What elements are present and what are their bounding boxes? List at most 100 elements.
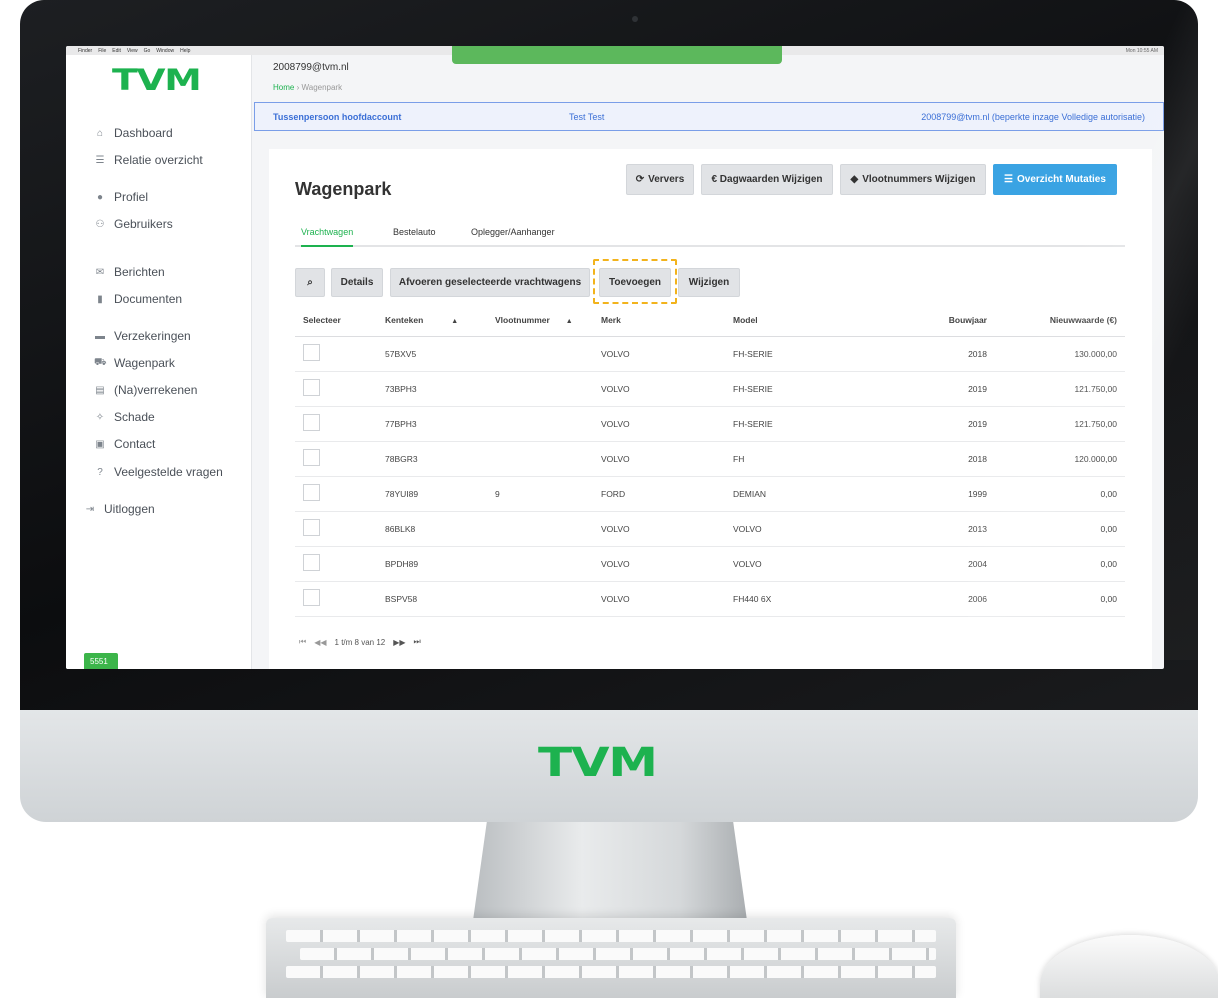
add-button[interactable]: Toevoegen <box>599 268 671 297</box>
keyboard-keys <box>286 966 936 978</box>
cell-merk: VOLVO <box>593 546 725 582</box>
table-row[interactable]: BPDH89 VOLVO VOLVO 2004 0,00 <box>295 546 1125 582</box>
cell-kenteken: 78YUI89 <box>377 476 487 512</box>
chin-tvm-logo: TVM <box>538 740 658 786</box>
sidebar-item-berichten[interactable]: ✉ Berichten <box>94 265 165 279</box>
version-badge: 5551 <box>84 653 118 669</box>
keyboard-keys <box>286 930 936 942</box>
sidebar-item-naverrekenen[interactable]: ▤ (Na)verrekenen <box>94 383 197 397</box>
cell-bouwjaar: 2018 <box>925 441 995 477</box>
sidebar-item-documenten[interactable]: ▮ Documenten <box>94 292 182 306</box>
table-row[interactable]: 78YUI89 9 FORD DEMIAN 1999 0,00 <box>295 476 1125 512</box>
sidebar-item-verzekeringen[interactable]: ▬ Verzekeringen <box>94 329 191 343</box>
sidebar-item-veelgestelde-vragen[interactable]: ? Veelgestelde vragen <box>94 465 223 479</box>
sidebar-item-schade[interactable]: ✧ Schade <box>94 410 155 424</box>
cell-kenteken: BSPV58 <box>377 581 487 617</box>
cell-kenteken: 86BLK8 <box>377 511 487 547</box>
sort-up-icon[interactable]: ▲ <box>566 318 573 325</box>
menubar-item[interactable]: Help <box>180 48 190 54</box>
sidebar-item-relatie-overzicht[interactable]: ☰ Relatie overzicht <box>94 153 203 167</box>
sort-up-icon[interactable]: ▲ <box>451 318 458 325</box>
cell-nieuwwaarde: 120.000,00 <box>995 441 1125 477</box>
edit-button[interactable]: Wijzigen <box>678 268 740 297</box>
cell-model: FH <box>725 441 925 477</box>
cell-vlootnummer <box>487 546 593 582</box>
cell-nieuwwaarde: 121.750,00 <box>995 371 1125 407</box>
cell-merk: VOLVO <box>593 441 725 477</box>
breadcrumb-home[interactable]: Home <box>273 83 294 92</box>
sidebar-item-gebruikers[interactable]: ⚇ Gebruikers <box>94 217 173 231</box>
sidebar-item-label: Schade <box>114 410 155 424</box>
row-select-checkbox[interactable] <box>303 449 320 466</box>
sidebar-item-profiel[interactable]: ● Profiel <box>94 190 148 204</box>
cell-nieuwwaarde: 0,00 <box>995 581 1125 617</box>
users-icon: ⚇ <box>95 218 105 230</box>
sidebar-item-contact[interactable]: ▣ Contact <box>94 437 155 451</box>
day-values-button[interactable]: € Dagwaarden Wijzigen <box>701 164 833 195</box>
sidebar-item-label: Gebruikers <box>114 217 173 231</box>
previous-page-icon[interactable]: ◀◀ <box>314 638 326 647</box>
row-select-checkbox[interactable] <box>303 589 320 606</box>
table-row[interactable]: 77BPH3 VOLVO FH-SERIE 2019 121.750,00 <box>295 406 1125 442</box>
tab-vrachtwagen[interactable]: Vrachtwagen <box>301 227 354 247</box>
refresh-icon: ⟳ <box>635 174 645 185</box>
sidebar-item-dashboard[interactable]: ⌂ Dashboard <box>94 126 173 140</box>
cell-kenteken: BPDH89 <box>377 546 487 582</box>
menubar-item[interactable]: File <box>98 48 106 54</box>
sidebar-item-label: Profiel <box>114 190 149 204</box>
fleet-numbers-button[interactable]: ◆ Vlootnummers Wijzigen <box>840 164 986 195</box>
table-row[interactable]: 86BLK8 VOLVO VOLVO 2013 0,00 <box>295 511 1125 547</box>
row-select-checkbox[interactable] <box>303 414 320 431</box>
mutations-overview-button[interactable]: ☰ Overzicht Mutaties <box>993 164 1117 195</box>
calculator-icon: ▤ <box>95 384 105 396</box>
cell-merk: VOLVO <box>593 371 725 407</box>
list-icon: ☰ <box>95 154 105 166</box>
mouse <box>1040 935 1218 998</box>
menubar-item[interactable]: Window <box>156 48 174 54</box>
first-page-icon[interactable]: ⏮ <box>299 637 306 647</box>
table-row[interactable]: BSPV58 VOLVO FH440 6X 2006 0,00 <box>295 581 1125 617</box>
vehicle-table: Selecteer Kenteken ▲ Vlootnummer ▲ Merk Mo… <box>295 305 1125 617</box>
breadcrumb-separator: › <box>296 83 300 92</box>
tab-bestelauto[interactable]: Bestelauto <box>393 227 436 245</box>
cell-vlootnummer: 9 <box>487 476 593 512</box>
refresh-button[interactable]: ⟳ Ververs <box>626 164 694 195</box>
pagination-label: 1 t/m 8 van 12 <box>334 637 386 647</box>
last-page-icon[interactable]: ⏭ <box>414 637 421 647</box>
row-select-checkbox[interactable] <box>303 344 320 361</box>
pagination: ⏮ ◀◀ 1 t/m 8 van 12 ▶▶ ⏭ <box>299 637 421 647</box>
cell-nieuwwaarde: 0,00 <box>995 476 1125 512</box>
dispose-selected-button[interactable]: Afvoeren geselecteerde vrachtwagens <box>390 268 590 297</box>
search-button[interactable]: ⌕ <box>295 268 325 297</box>
menubar-item[interactable]: Edit <box>112 48 121 54</box>
cell-kenteken: 73BPH3 <box>377 371 487 407</box>
table-row[interactable]: 78BGR3 VOLVO FH 2018 120.000,00 <box>295 441 1125 477</box>
table-row[interactable]: 73BPH3 VOLVO FH-SERIE 2019 121.750,00 <box>295 371 1125 407</box>
details-button[interactable]: Details <box>331 268 383 297</box>
account-type: Tussenpersoon hoofdaccount <box>273 111 402 122</box>
row-select-checkbox[interactable] <box>303 519 320 536</box>
cell-model: FH440 6X <box>725 581 925 617</box>
col-kenteken-label: Kenteken <box>385 315 424 326</box>
col-vlootnummer[interactable]: Vlootnummer ▲ <box>487 305 593 337</box>
top-banner <box>452 46 782 64</box>
row-select-checkbox[interactable] <box>303 379 320 396</box>
tvm-logo[interactable]: TVM <box>112 63 202 97</box>
car-crash-icon: ✧ <box>95 411 105 423</box>
mutations-label: Overzicht Mutaties <box>1017 174 1106 185</box>
menubar-item[interactable]: Finder <box>78 48 92 54</box>
tab-oplegger-aanhanger[interactable]: Oplegger/Aanhanger <box>471 227 555 245</box>
imac-scene: Finder File Edit View Go Window Help Mon… <box>0 0 1218 998</box>
cell-model: FH-SERIE <box>725 336 925 372</box>
file-icon: ▮ <box>97 293 103 305</box>
row-select-checkbox[interactable] <box>303 484 320 501</box>
sidebar-item-wagenpark[interactable]: ⛟ Wagenpark <box>94 356 175 370</box>
row-select-checkbox[interactable] <box>303 554 320 571</box>
home-icon: ⌂ <box>96 127 104 139</box>
logout-link[interactable]: ⇥ Uitloggen <box>84 502 155 516</box>
menubar-item[interactable]: View <box>127 48 138 54</box>
col-kenteken[interactable]: Kenteken ▲ <box>377 305 487 337</box>
menubar-item[interactable]: Go <box>144 48 151 54</box>
next-page-icon[interactable]: ▶▶ <box>393 638 405 647</box>
table-row[interactable]: 57BXV5 VOLVO FH-SERIE 2018 130.000,00 <box>295 336 1125 372</box>
